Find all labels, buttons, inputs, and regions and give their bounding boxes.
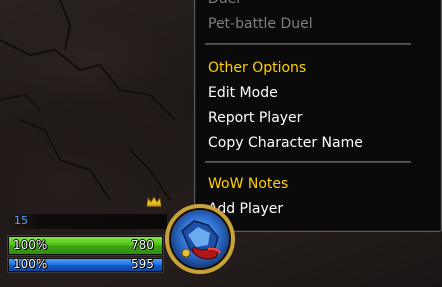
health-bar[interactable]: 100% 780 bbox=[7, 235, 164, 256]
menu-divider bbox=[205, 43, 411, 45]
menu-item-duel[interactable]: Duel bbox=[208, 0, 240, 8]
menu-header-other-options: Other Options bbox=[208, 60, 307, 76]
player-context-menu: Duel Pet-battle Duel Other Options Edit … bbox=[194, 0, 442, 232]
menu-item-copy-character-name[interactable]: Copy Character Name bbox=[208, 134, 363, 152]
menu-header-wow-notes: WoW Notes bbox=[208, 176, 289, 192]
mana-percent: 100% bbox=[13, 257, 48, 271]
health-value: 780 bbox=[131, 238, 154, 252]
health-percent: 100% bbox=[13, 238, 48, 252]
menu-divider bbox=[205, 161, 411, 163]
crown-icon bbox=[146, 196, 162, 207]
mana-bar[interactable]: 100% 595 bbox=[7, 257, 164, 273]
menu-item-pet-battle-duel[interactable]: Pet-battle Duel bbox=[208, 15, 313, 33]
unit-level: 15 bbox=[14, 214, 28, 227]
menu-item-edit-mode[interactable]: Edit Mode bbox=[208, 84, 278, 102]
mana-value: 595 bbox=[131, 257, 154, 271]
ground-texture bbox=[0, 0, 176, 201]
class-portrait-icon[interactable] bbox=[164, 203, 236, 275]
unit-name-bar[interactable] bbox=[7, 214, 167, 229]
menu-item-report-player[interactable]: Report Player bbox=[208, 109, 302, 127]
